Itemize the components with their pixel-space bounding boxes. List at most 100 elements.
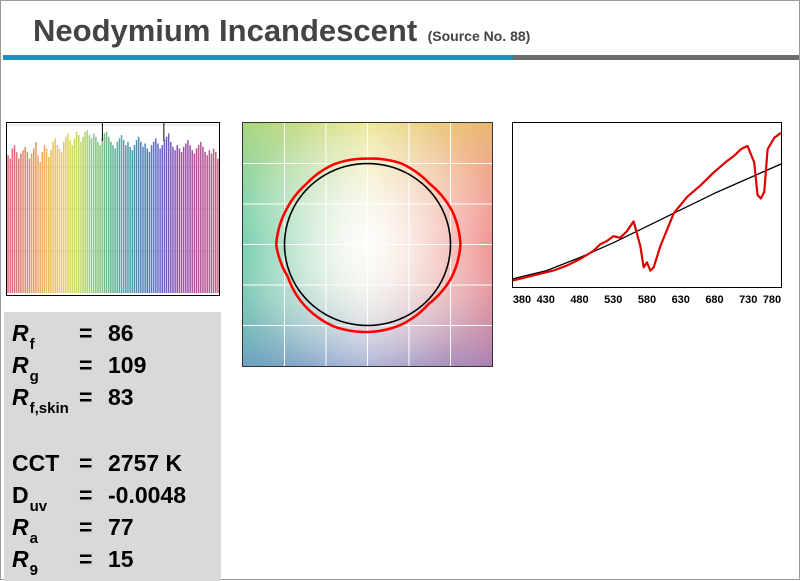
fidelity-bar [167, 133, 170, 294]
fidelity-bar [133, 145, 136, 294]
fidelity-bar-chart [6, 122, 220, 296]
fidelity-bar [75, 131, 78, 294]
fidelity-bar [200, 141, 202, 294]
fidelity-bar [60, 151, 63, 294]
fidelity-bar [24, 146, 26, 294]
fidelity-bar [217, 158, 219, 294]
fidelity-bar [95, 136, 97, 294]
fidelity-bar [125, 145, 127, 294]
metric-symbol-main: R [12, 546, 29, 572]
fidelity-bar [135, 140, 138, 294]
metric-subscript: f [29, 336, 35, 353]
metric-value: 15 [108, 546, 134, 572]
metric-value: 2757 K [108, 450, 183, 476]
fidelity-bar [65, 136, 67, 294]
color-vector-graphic [242, 122, 493, 367]
fidelity-bar [152, 141, 155, 294]
fidelity-bar [122, 140, 125, 294]
fidelity-bar [185, 143, 187, 294]
spd-tick-label: 480 [570, 294, 588, 306]
metrics-panel: Rf = 86 Rg = 109 Rf,skin = 83 CCT = 2757 K Duv = -0.00… [4, 312, 221, 581]
fidelity-bar [182, 146, 185, 294]
fidelity-bar [178, 148, 181, 294]
fidelity-bar [202, 146, 204, 294]
metric-subscript: a [29, 530, 38, 547]
fidelity-bar [43, 145, 46, 294]
title-block: Neodymium Incandescent (Source No. 88) [33, 13, 530, 49]
fidelity-bar [56, 145, 59, 294]
fidelity-bar [191, 150, 193, 294]
metric-equals: = [79, 514, 93, 540]
spd-chart [512, 122, 782, 288]
fidelity-bar [45, 148, 48, 294]
fidelity-bar [206, 155, 208, 294]
fidelity-bar [80, 141, 82, 294]
fidelity-bar [30, 153, 33, 294]
fidelity-bar [69, 140, 71, 294]
fidelity-bar [84, 131, 86, 294]
metric-value: -0.0048 [108, 482, 187, 508]
fidelity-bar [73, 138, 76, 294]
fidelity-bar [148, 151, 151, 294]
fidelity-bar [9, 158, 11, 294]
fidelity-bar [7, 155, 9, 294]
metric-equals: = [79, 482, 93, 508]
metric-equals: = [79, 546, 93, 572]
fidelity-bar [157, 143, 159, 294]
metric-symbol-main: R [12, 352, 29, 378]
metric-equals: = [79, 450, 93, 476]
fidelity-bar [208, 150, 211, 294]
fidelity-bar [92, 133, 95, 294]
fidelity-bar [212, 148, 215, 294]
fidelity-bar [116, 141, 119, 294]
metric-equals: = [79, 352, 93, 378]
spd-test-line [513, 131, 781, 282]
metric-equals: = [79, 384, 93, 410]
metric-symbol: Rf,skin [12, 384, 69, 417]
fidelity-bar [88, 135, 91, 294]
fidelity-bar [137, 136, 140, 294]
fidelity-bar [39, 161, 41, 294]
fidelity-bar [120, 135, 123, 294]
fidelity-bar [189, 145, 191, 294]
metric-symbol-main: D [12, 482, 29, 508]
spd-tick-label: 530 [604, 294, 622, 306]
fidelity-bar [163, 140, 166, 294]
spd-tick-label: 630 [672, 294, 690, 306]
fidelity-bar [180, 151, 183, 294]
fidelity-bar [20, 153, 22, 294]
page-subtitle: (Source No. 88) [427, 28, 531, 44]
fidelity-bar [155, 138, 157, 294]
fidelity-bar [210, 153, 213, 294]
fidelity-bar [90, 138, 93, 294]
fidelity-bar [114, 148, 116, 294]
fidelity-bar [187, 140, 189, 294]
fidelity-bar [41, 151, 44, 294]
fidelity-bar [37, 155, 39, 294]
spd-tick-label: 730 [739, 294, 757, 306]
title-rule-gray [513, 55, 799, 60]
fidelity-bar [165, 136, 168, 294]
fidelity-bar [22, 150, 24, 294]
fidelity-bar [71, 145, 74, 294]
fidelity-bar [170, 141, 172, 294]
fidelity-bar [97, 141, 99, 294]
fidelity-bar [112, 145, 114, 294]
metric-symbol: Ra [12, 514, 38, 547]
fidelity-bar [50, 150, 52, 294]
metric-symbol-main: R [12, 514, 29, 540]
fidelity-bar [118, 138, 121, 294]
fidelity-bar [105, 131, 108, 294]
metric-subscript: uv [29, 498, 48, 515]
metric-value: 83 [108, 384, 134, 410]
fidelity-bar [215, 151, 217, 294]
metric-symbol: CCT [12, 450, 59, 477]
fidelity-bar [67, 133, 69, 294]
spd-tick-label: 380 [513, 294, 531, 306]
fidelity-bar [63, 141, 65, 294]
fidelity-bar [131, 150, 134, 294]
fidelity-bar [197, 145, 200, 294]
fidelity-bar [176, 145, 178, 294]
metric-value: 109 [108, 352, 147, 378]
spd-tick-label: 680 [705, 294, 723, 306]
